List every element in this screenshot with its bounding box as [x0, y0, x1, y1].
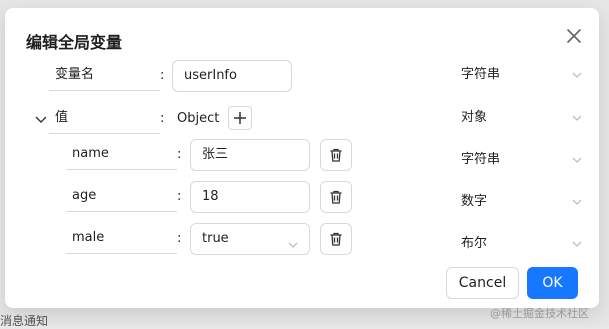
- colon: :: [177, 231, 182, 246]
- type-select-value: 字符串: [461, 67, 501, 82]
- edit-global-variable-dialog: 编辑全局变量 变量名 : userInfo 字符串 值 : Object 对象 …: [5, 8, 599, 308]
- type-select[interactable]: 对象: [461, 103, 583, 133]
- delete-field-button[interactable]: [320, 181, 352, 213]
- type-select-value: 字符串: [461, 152, 501, 167]
- chevron-down-icon: [571, 69, 583, 81]
- colon: :: [160, 68, 165, 83]
- type-select-value: 数字: [461, 194, 488, 209]
- colon: :: [160, 111, 165, 126]
- watermark: @稀土掘金技术社区: [490, 307, 589, 320]
- dialog-title: 编辑全局变量: [26, 33, 123, 52]
- add-field-button[interactable]: [228, 106, 252, 130]
- object-value-label: Object: [177, 111, 220, 126]
- child-value-input[interactable]: 18: [190, 181, 310, 213]
- delete-field-button[interactable]: [320, 223, 352, 255]
- type-select[interactable]: 字符串: [461, 60, 583, 90]
- type-select[interactable]: 字符串: [461, 145, 583, 175]
- close-icon[interactable]: [564, 26, 584, 46]
- boolean-value-select[interactable]: true: [190, 223, 310, 255]
- delete-field-button[interactable]: [320, 139, 352, 171]
- type-select-value: 布尔: [461, 236, 488, 251]
- child-value-input[interactable]: 张三: [190, 139, 310, 171]
- type-select[interactable]: 数字: [461, 187, 583, 217]
- variable-value-input[interactable]: userInfo: [172, 60, 292, 92]
- collapse-chevron-icon[interactable]: [34, 111, 48, 125]
- child-key-input[interactable]: age: [66, 181, 177, 212]
- colon: :: [177, 147, 182, 162]
- type-select-value: 对象: [461, 110, 488, 125]
- object-key-input[interactable]: 值: [49, 103, 160, 134]
- child-key-input[interactable]: name: [66, 139, 177, 170]
- chevron-down-icon: [571, 112, 583, 124]
- chevron-down-icon: [571, 154, 583, 166]
- chevron-down-icon: [571, 238, 583, 250]
- trash-icon: [330, 148, 342, 162]
- colon: :: [177, 189, 182, 204]
- ok-button[interactable]: OK: [527, 267, 578, 299]
- child-key-input[interactable]: male: [66, 223, 177, 254]
- trash-icon: [330, 190, 342, 204]
- chevron-down-icon: [287, 233, 299, 263]
- trash-icon: [330, 232, 342, 246]
- type-select[interactable]: 布尔: [461, 229, 583, 259]
- boolean-select-value: true: [202, 231, 229, 246]
- background-text: 消息通知: [0, 314, 49, 328]
- chevron-down-icon: [571, 196, 583, 208]
- variable-name-input[interactable]: 变量名: [49, 60, 160, 91]
- plus-icon: [234, 112, 246, 124]
- cancel-button[interactable]: Cancel: [446, 267, 519, 299]
